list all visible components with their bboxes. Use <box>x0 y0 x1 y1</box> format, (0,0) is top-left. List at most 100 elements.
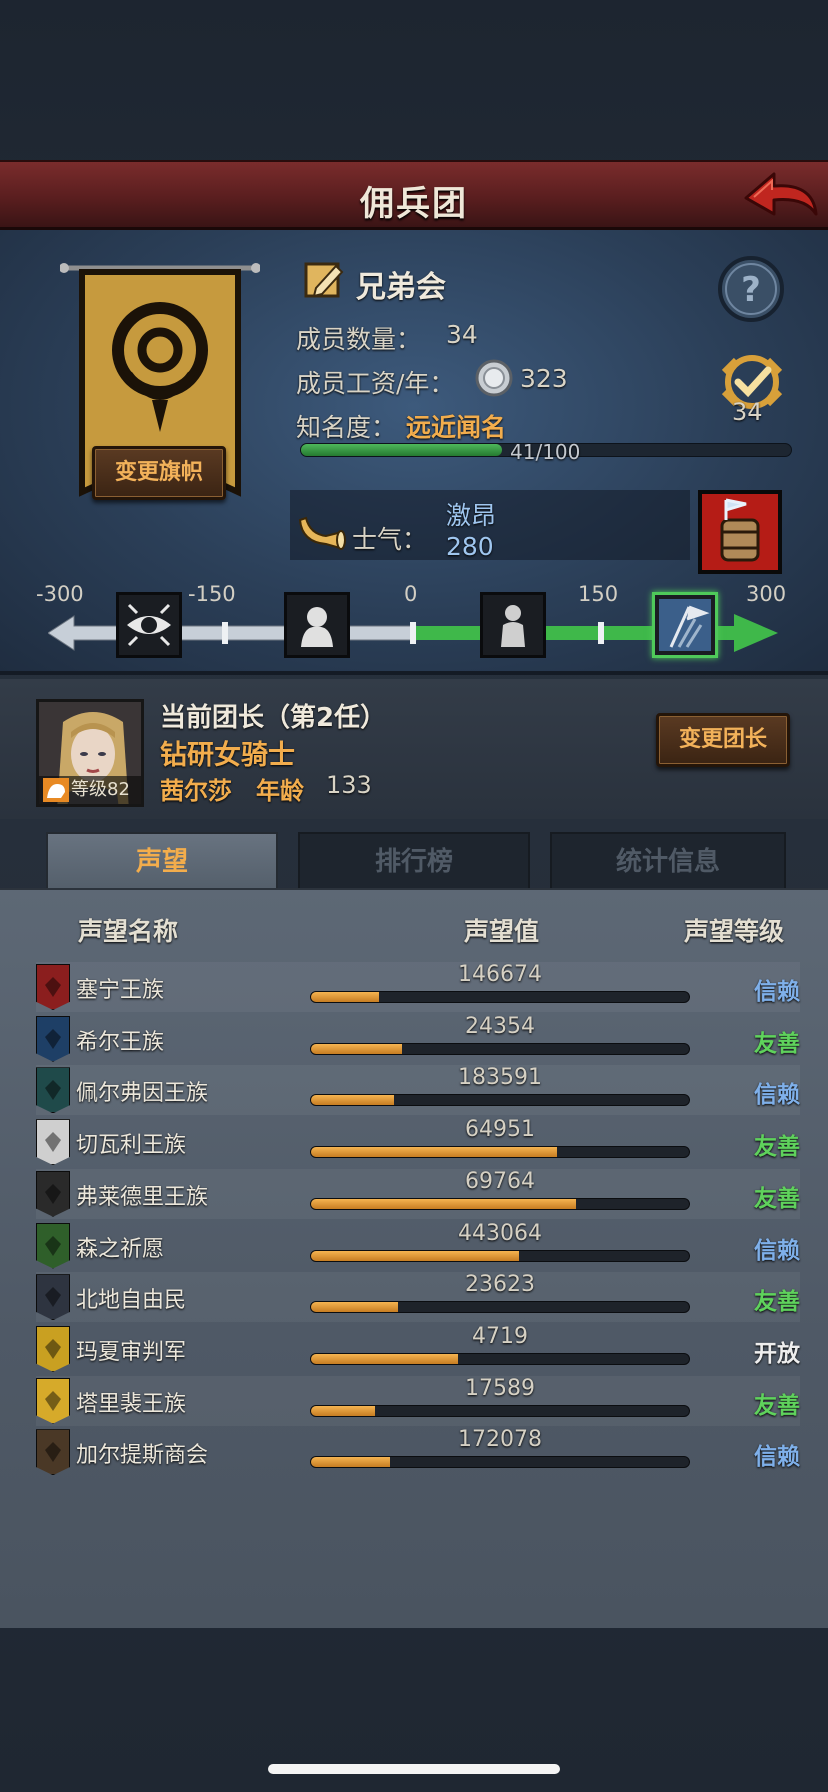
reputation-level: 友善 <box>754 1134 800 1161</box>
reputation-value: 4719 <box>472 1323 528 1349</box>
leader-age: 133 <box>326 771 372 799</box>
reputation-progress-fill <box>311 1250 519 1261</box>
reputation-level: 信赖 <box>754 1237 800 1264</box>
table-row[interactable]: 北地自由民 23623 友善 <box>36 1272 800 1323</box>
reputation-progress-bar <box>310 1197 690 1210</box>
table-row[interactable]: 森之祈愿 443064 信赖 <box>36 1221 800 1271</box>
reputation-level: 友善 <box>754 1030 800 1057</box>
member-count-value: 34 <box>446 320 478 349</box>
reputation-level: 开放 <box>754 1340 800 1367</box>
reputation-level: 信赖 <box>754 1444 800 1471</box>
faction-name: 玛夏审判军 <box>76 1339 187 1365</box>
faction-crest-icon <box>36 1274 70 1321</box>
fame-progress-fill <box>301 444 502 456</box>
home-indicator[interactable] <box>268 1764 560 1774</box>
faction-crest-icon <box>36 1377 70 1424</box>
faction-name: 北地自由民 <box>76 1288 187 1314</box>
eye-icon <box>127 603 171 647</box>
faction-crest-icon <box>36 1015 70 1062</box>
reputation-value: 172078 <box>458 1427 542 1453</box>
reputation-value: 146674 <box>458 962 542 987</box>
tab-leaderboard[interactable]: 排行榜 <box>298 832 530 890</box>
standing-figure-icon <box>501 605 525 647</box>
leader-title: 钻研女骑士 <box>160 740 295 771</box>
morale-level-fearful[interactable] <box>284 592 350 658</box>
reputation-level: 信赖 <box>754 979 800 1005</box>
reputation-level: 友善 <box>754 1289 800 1316</box>
reputation-value: 69764 <box>465 1168 535 1194</box>
scale-tick-2: 0 <box>404 582 418 606</box>
scale-tick-1: -150 <box>188 582 236 606</box>
change-leader-button[interactable]: 变更团长 <box>656 713 790 767</box>
edit-name-icon[interactable] <box>302 258 346 302</box>
col-header-name: 声望名称 <box>78 917 179 946</box>
reputation-progress-fill <box>311 1353 459 1364</box>
back-button[interactable] <box>740 168 820 226</box>
faction-crest-icon <box>36 1429 70 1476</box>
morale-level-calm[interactable] <box>480 592 546 658</box>
reputation-progress-bar <box>310 991 690 1003</box>
page-title: 佣兵团 <box>360 184 468 224</box>
badge-count: 34 <box>732 398 763 426</box>
back-arrow-icon <box>744 172 818 216</box>
morale-level-despair[interactable] <box>116 592 182 658</box>
table-row[interactable]: 弗莱德里王族 69764 友善 <box>36 1168 800 1219</box>
reputation-progress-bar <box>310 1352 690 1365</box>
leader-panel: 等级82 当前团长（第2任） 钻研女骑士 茜尔莎 年龄 133 变更团长 <box>0 679 828 819</box>
morale-value: 280 <box>446 532 494 561</box>
morale-level-high[interactable] <box>652 592 718 658</box>
leader-heading: 当前团长（第2任） <box>160 703 387 733</box>
change-banner-button[interactable]: 变更旗帜 <box>92 446 226 500</box>
reputation-progress-fill <box>311 1457 391 1468</box>
scale-tick-4: 300 <box>746 582 787 606</box>
reputation-level: 友善 <box>754 1392 800 1419</box>
rally-flag-icon <box>659 599 711 651</box>
reputation-progress-fill <box>311 1095 395 1106</box>
table-row[interactable]: 切瓦利王族 64951 友善 <box>36 1117 800 1167</box>
reputation-value: 183591 <box>458 1065 542 1091</box>
salary-value: 323 <box>520 364 568 393</box>
reputation-progress-fill <box>311 992 380 1002</box>
table-row[interactable]: 佩尔弗因王族 183591 信赖 <box>36 1065 800 1116</box>
morale-event-button[interactable] <box>698 490 782 574</box>
table-row[interactable]: 希尔王族 24354 友善 <box>36 1014 800 1064</box>
leader-name: 茜尔莎 <box>160 777 232 805</box>
reputation-value: 17589 <box>465 1375 535 1401</box>
leader-age-label: 年龄 <box>256 777 304 805</box>
question-icon: ? <box>718 256 784 322</box>
reputation-value: 24354 <box>465 1013 535 1039</box>
crouching-figure-icon <box>301 607 333 647</box>
reputation-value: 443064 <box>458 1220 542 1246</box>
tab-reputation[interactable]: 声望 <box>46 832 278 890</box>
table-row[interactable]: 塞宁王族 146674 信赖 <box>36 962 800 1012</box>
tab-statistics[interactable]: 统计信息 <box>550 832 786 890</box>
faction-crest-icon <box>36 964 70 1010</box>
faction-crest-icon <box>36 1325 70 1372</box>
col-header-value: 声望值 <box>464 917 540 946</box>
reputation-level: 友善 <box>754 1185 800 1212</box>
reputation-progress-fill <box>311 1302 398 1313</box>
reputation-value: 23623 <box>465 1272 535 1298</box>
reputation-table: 声望名称 声望值 声望等级 塞宁王族 146674 信赖 希尔王族 24354 友善 佩尔弗… <box>0 888 828 1628</box>
table-row[interactable]: 玛夏审判军 4719 开放 <box>36 1324 800 1374</box>
faction-name: 塔里裴王族 <box>76 1391 187 1417</box>
faction-name: 希尔王族 <box>76 1029 165 1055</box>
reputation-progress-bar <box>310 1404 690 1417</box>
leader-portrait[interactable]: 等级82 <box>36 699 144 807</box>
help-button[interactable]: ? <box>716 254 786 324</box>
fame-progress-text: 41/100 <box>510 440 581 464</box>
class-icon <box>43 778 69 802</box>
faction-name: 弗莱德里王族 <box>76 1184 209 1210</box>
faction-crest-icon <box>36 1067 70 1114</box>
faction-name: 切瓦利王族 <box>76 1133 187 1159</box>
table-row[interactable]: 塔里裴王族 17589 友善 <box>36 1375 800 1426</box>
faction-name: 佩尔弗因王族 <box>76 1081 209 1107</box>
guild-info-panel: 变更旗帜 兄弟会 ? 成员数量： 34 成员工资/年： 323 34 知名度： … <box>0 230 828 675</box>
faction-name: 塞宁王族 <box>76 978 165 1003</box>
reputation-progress-bar <box>310 1146 690 1159</box>
table-row[interactable]: 加尔提斯商会 172078 信赖 <box>36 1427 800 1477</box>
reputation-progress-bar <box>310 1094 690 1107</box>
reputation-progress-bar <box>310 1249 690 1262</box>
reputation-progress-bar <box>310 1301 690 1314</box>
horn-icon <box>296 514 346 552</box>
